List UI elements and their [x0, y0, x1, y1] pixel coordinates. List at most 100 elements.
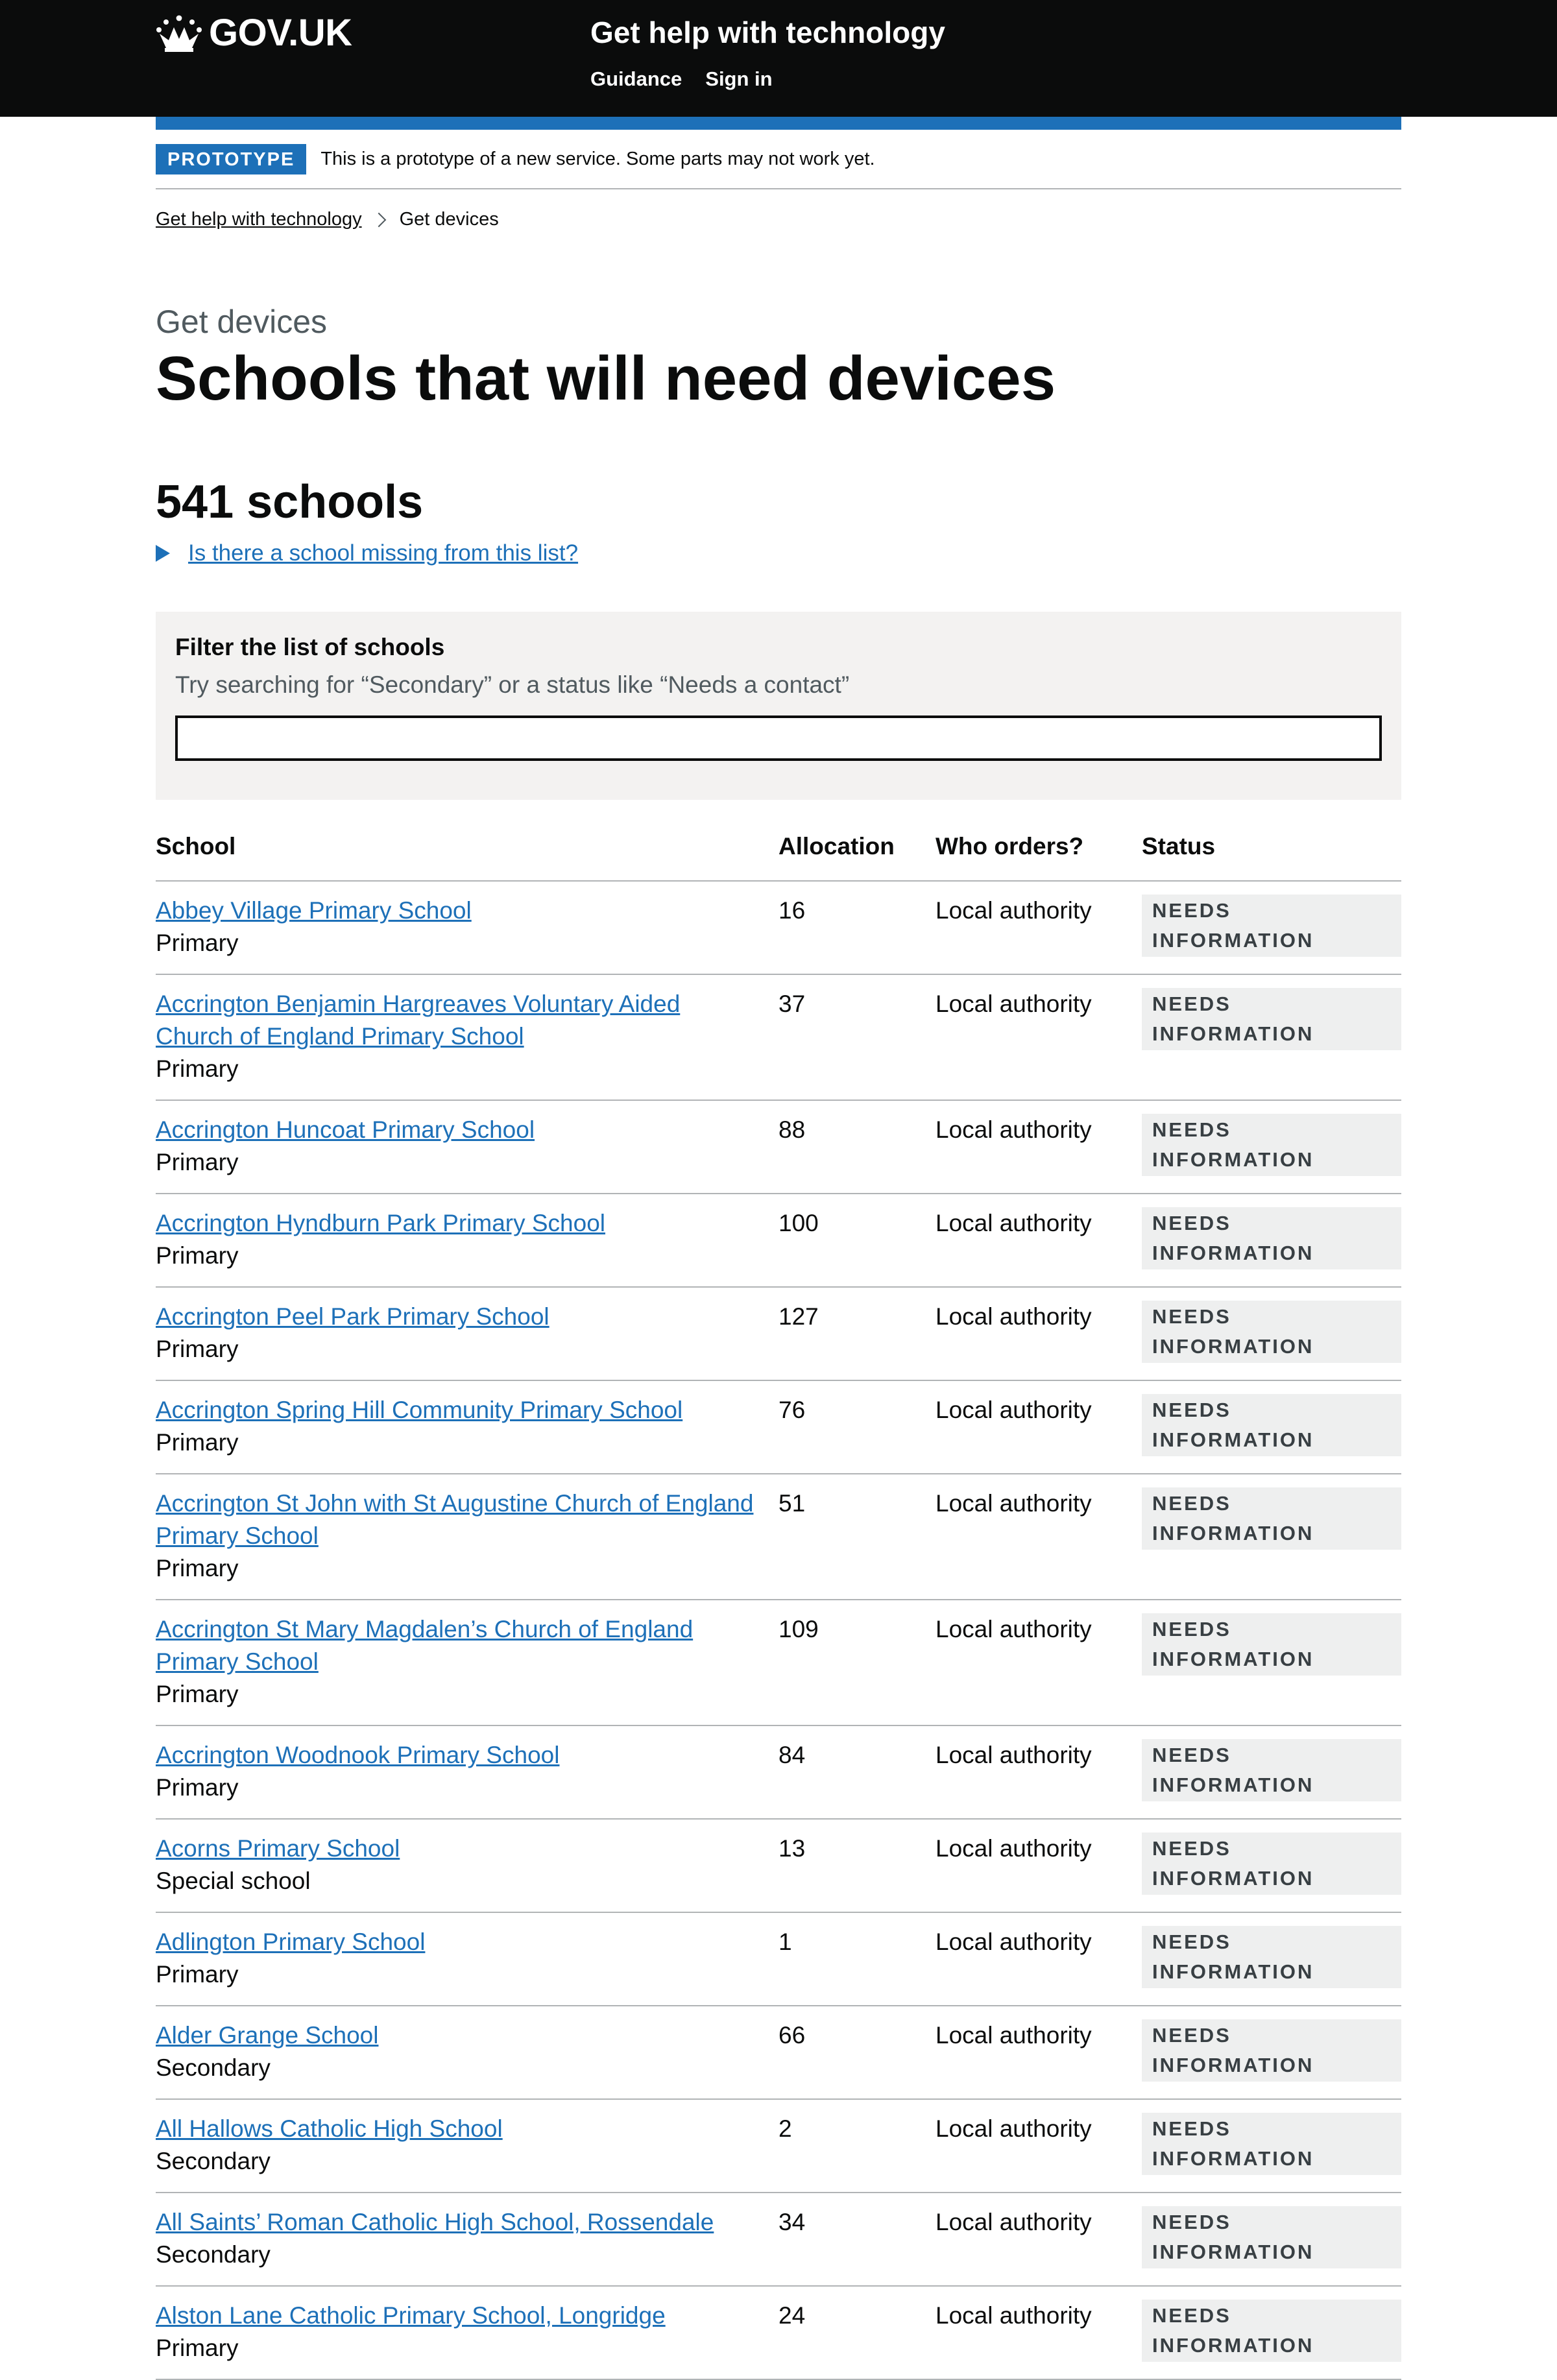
table-row: Accrington Peel Park Primary School Prima… — [156, 1287, 1401, 1381]
who-orders-cell: Local authority — [935, 2099, 1142, 2193]
school-type: Primary — [156, 1681, 239, 1707]
table-row: Acorns Primary School Special school 13 L… — [156, 1819, 1401, 1913]
school-cell: Accrington Huncoat Primary School Primary — [156, 1100, 779, 1194]
status-cell: NEEDS INFORMATION — [1142, 1194, 1401, 1288]
status-badge: NEEDS INFORMATION — [1142, 1394, 1401, 1456]
allocation-cell: 76 — [779, 1380, 935, 1474]
allocation-cell: 127 — [779, 1287, 935, 1381]
school-type: Special school — [156, 1868, 311, 1894]
column-header-allocation: Allocation — [779, 813, 935, 882]
disclosure-triangle-icon — [156, 545, 170, 562]
school-type: Secondary — [156, 2148, 271, 2174]
who-orders-cell: Local authority — [935, 1194, 1142, 1288]
school-type: Primary — [156, 1774, 239, 1801]
allocation-cell: 100 — [779, 1194, 935, 1288]
school-name-link[interactable]: Alston Lane Catholic Primary School, Lon… — [156, 2302, 666, 2329]
status-badge: NEEDS INFORMATION — [1142, 2019, 1401, 2082]
phase-tag: PROTOTYPE — [156, 143, 307, 174]
missing-school-details[interactable]: Is there a school missing from this list… — [156, 540, 1401, 566]
who-orders-cell: Local authority — [935, 974, 1142, 1101]
main-content: PROTOTYPE This is a prototype of a new s… — [156, 130, 1401, 2380]
who-orders-cell: Local authority — [935, 1287, 1142, 1381]
school-cell: Accrington Spring Hill Community Primary… — [156, 1380, 779, 1474]
school-name-link[interactable]: Accrington Spring Hill Community Primary… — [156, 1397, 682, 1423]
school-type: Secondary — [156, 2054, 271, 2081]
allocation-cell: 16 — [779, 881, 935, 975]
status-badge: NEEDS INFORMATION — [1142, 1487, 1401, 1550]
status-cell: NEEDS INFORMATION — [1142, 1380, 1401, 1474]
status-badge: NEEDS INFORMATION — [1142, 1114, 1401, 1176]
school-name-link[interactable]: Accrington Benjamin Hargreaves Voluntary… — [156, 991, 680, 1050]
who-orders-cell: Local authority — [935, 1380, 1142, 1474]
school-name-link[interactable]: Accrington Hyndburn Park Primary School — [156, 1210, 605, 1236]
missing-school-summary-link[interactable]: Is there a school missing from this list… — [188, 540, 578, 566]
who-orders-cell: Local authority — [935, 1600, 1142, 1726]
school-type: Secondary — [156, 2241, 271, 2268]
school-name-link[interactable]: Abbey Village Primary School — [156, 897, 472, 924]
table-row: Accrington Hyndburn Park Primary School P… — [156, 1194, 1401, 1288]
school-type: Primary — [156, 1055, 239, 1082]
breadcrumb-current: Get devices — [399, 209, 499, 230]
status-badge: NEEDS INFORMATION — [1142, 1926, 1401, 1988]
school-cell: Accrington Peel Park Primary School Prima… — [156, 1287, 779, 1381]
site-header: GOV.UK Get help with technology Guidance… — [0, 0, 1557, 117]
status-cell: NEEDS INFORMATION — [1142, 974, 1401, 1101]
nav-guidance-link[interactable]: Guidance — [590, 67, 682, 91]
school-cell: All Hallows Catholic High School Secondar… — [156, 2099, 779, 2193]
column-header-school: School — [156, 813, 779, 882]
who-orders-cell: Local authority — [935, 1725, 1142, 1820]
allocation-cell: 13 — [779, 1819, 935, 1913]
status-cell: NEEDS INFORMATION — [1142, 2286, 1401, 2380]
status-badge: NEEDS INFORMATION — [1142, 1613, 1401, 1676]
nav-sign-in-link[interactable]: Sign in — [705, 67, 772, 91]
status-cell: NEEDS INFORMATION — [1142, 1100, 1401, 1194]
filter-label: Filter the list of schools — [175, 634, 445, 660]
school-name-link[interactable]: Accrington St John with St Augustine Chu… — [156, 1490, 753, 1549]
status-badge: NEEDS INFORMATION — [1142, 988, 1401, 1050]
column-header-who-orders: Who orders? — [935, 813, 1142, 882]
school-type: Primary — [156, 2335, 239, 2361]
table-row: Accrington Spring Hill Community Primary… — [156, 1380, 1401, 1474]
school-name-link[interactable]: All Saints’ Roman Catholic High School, … — [156, 2209, 714, 2235]
school-type: Primary — [156, 1242, 239, 1269]
school-cell: Acorns Primary School Special school — [156, 1819, 779, 1913]
status-cell: NEEDS INFORMATION — [1142, 1819, 1401, 1913]
table-header-row: School Allocation Who orders? Status — [156, 813, 1401, 882]
status-cell: NEEDS INFORMATION — [1142, 2099, 1401, 2193]
chevron-right-icon — [371, 212, 386, 227]
status-badge: NEEDS INFORMATION — [1142, 2113, 1401, 2175]
school-cell: Abbey Village Primary School Primary — [156, 881, 779, 975]
status-cell: NEEDS INFORMATION — [1142, 2006, 1401, 2100]
page-caption: Get devices — [156, 304, 328, 340]
school-name-link[interactable]: Adlington Primary School — [156, 1929, 425, 1955]
school-name-link[interactable]: All Hallows Catholic High School — [156, 2115, 503, 2142]
table-row: Alston Lane Catholic Primary School, Lon… — [156, 2286, 1401, 2380]
filter-search-input[interactable] — [175, 715, 1382, 761]
school-name-link[interactable]: Accrington Huncoat Primary School — [156, 1116, 535, 1143]
allocation-cell: 109 — [779, 1600, 935, 1726]
who-orders-cell: Local authority — [935, 881, 1142, 975]
status-cell: NEEDS INFORMATION — [1142, 1474, 1401, 1600]
crown-icon — [156, 15, 202, 52]
status-cell: NEEDS INFORMATION — [1142, 1600, 1401, 1726]
table-row: Adlington Primary School Primary 1 Local … — [156, 1912, 1401, 2006]
allocation-cell: 66 — [779, 2006, 935, 2100]
status-badge: NEEDS INFORMATION — [1142, 1833, 1401, 1895]
govuk-logo-link[interactable]: GOV.UK — [156, 10, 352, 54]
school-type: Primary — [156, 1429, 239, 1456]
school-name-link[interactable]: Accrington Peel Park Primary School — [156, 1303, 549, 1330]
who-orders-cell: Local authority — [935, 1912, 1142, 2006]
school-name-link[interactable]: Accrington St Mary Magdalen’s Church of … — [156, 1616, 693, 1675]
school-name-link[interactable]: Alder Grange School — [156, 2022, 378, 2049]
phase-banner: PROTOTYPE This is a prototype of a new s… — [156, 130, 1401, 189]
breadcrumb-link-home[interactable]: Get help with technology — [156, 209, 362, 230]
who-orders-cell: Local authority — [935, 2006, 1142, 2100]
school-name-link[interactable]: Acorns Primary School — [156, 1835, 400, 1862]
school-name-link[interactable]: Accrington Woodnook Primary School — [156, 1742, 559, 1768]
status-badge: NEEDS INFORMATION — [1142, 1301, 1401, 1363]
service-name[interactable]: Get help with technology — [590, 13, 945, 52]
table-row: Accrington St Mary Magdalen’s Church of … — [156, 1600, 1401, 1726]
table-row: Abbey Village Primary School Primary 16 L… — [156, 881, 1401, 975]
header-navigation: Guidance Sign in — [590, 67, 773, 91]
table-row: All Saints’ Roman Catholic High School, … — [156, 2193, 1401, 2287]
